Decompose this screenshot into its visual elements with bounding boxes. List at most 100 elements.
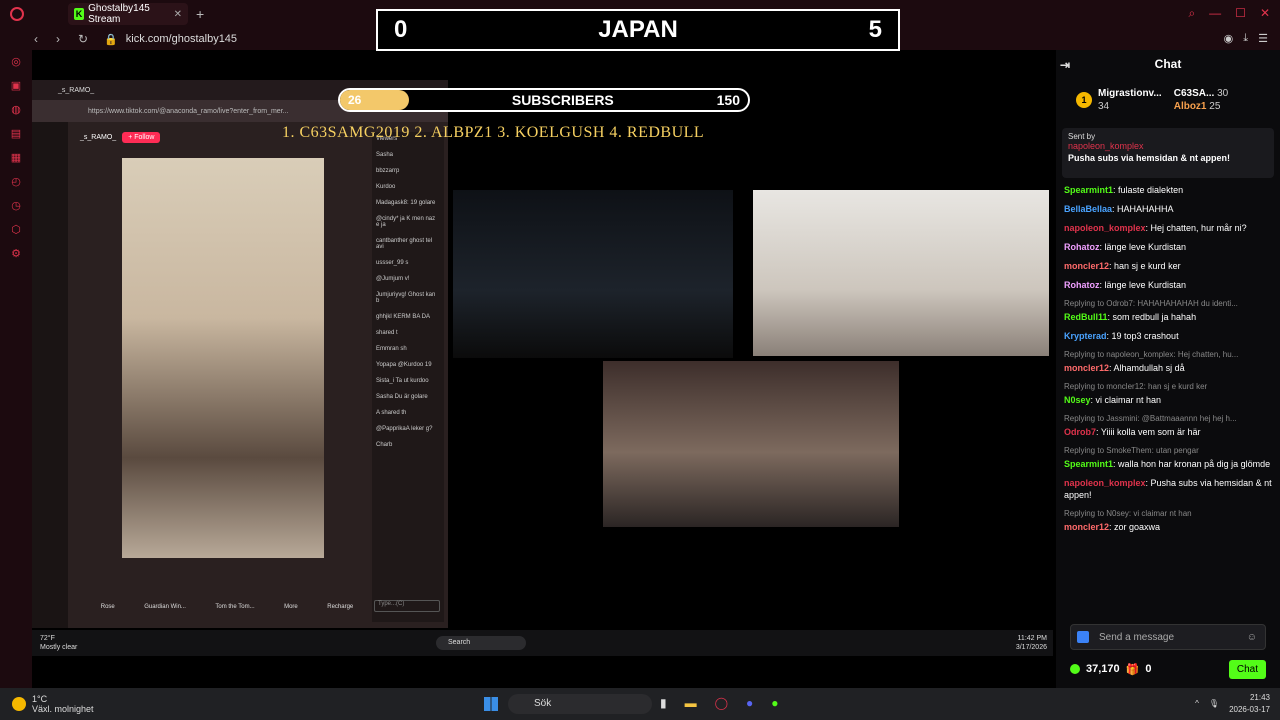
- inner-temp: 72°F: [40, 635, 55, 642]
- chat-message[interactable]: Replying to moncler12: han sj e kurd ker…: [1064, 381, 1272, 406]
- reply-context: Replying to Odrob7: HAHAHAHAHAH du ident…: [1064, 299, 1238, 308]
- subscribers-bar: 26 SUBSCRIBERS 150: [338, 88, 750, 112]
- chat-username[interactable]: moncler12: [1064, 522, 1109, 532]
- settings-icon[interactable]: ⚙: [9, 248, 23, 260]
- chat-message[interactable]: Replying to Odrob7: HAHAHAHAHAH du ident…: [1064, 298, 1272, 323]
- tt-msg: Sista_i Ta ut kurdoo: [376, 378, 429, 384]
- chat-username[interactable]: BellaBellaa: [1064, 204, 1112, 214]
- close-window-icon[interactable]: ✕: [1260, 6, 1270, 21]
- chat-message[interactable]: Replying to Jassmini: @Battmaaannn hej h…: [1064, 413, 1272, 438]
- chat-username[interactable]: moncler12: [1064, 261, 1109, 271]
- maximize-icon[interactable]: ☐: [1235, 6, 1246, 21]
- chat-username[interactable]: napoleon_komplex: [1064, 223, 1146, 233]
- chat-text: : zor goaxwa: [1109, 522, 1161, 532]
- chat-text: : Alhamdullah sj då: [1109, 363, 1185, 373]
- discord-icon[interactable]: ●: [746, 696, 753, 710]
- tt-msg: ghhjkl KERM BA DA: [376, 314, 431, 320]
- collapse-chat-icon[interactable]: ⇥: [1060, 58, 1070, 72]
- score-left: 0: [394, 16, 408, 43]
- inner-weather: 72°F Mostly clear: [40, 634, 77, 652]
- minimize-icon[interactable]: —: [1209, 6, 1221, 21]
- reply-context: Replying to moncler12: han sj e kurd ker: [1064, 382, 1208, 391]
- emoji-icon[interactable]: ☺: [1247, 632, 1257, 643]
- pinned-message[interactable]: Sent by napoleon_komplex Pusha subs via …: [1062, 128, 1274, 178]
- close-tab-icon[interactable]: ✕: [174, 9, 182, 20]
- chat-message[interactable]: BellaBellaa: HAHAHAHHA: [1064, 203, 1272, 215]
- chat-message[interactable]: Rohatoz: länge leve Kurdistan: [1064, 279, 1272, 291]
- chat-message[interactable]: Krypterad: 19 top3 crashout: [1064, 330, 1272, 342]
- chat-username[interactable]: Odrob7: [1064, 427, 1096, 437]
- chat-username[interactable]: moncler12: [1064, 363, 1109, 373]
- chat-username[interactable]: Spearmint1: [1064, 185, 1113, 195]
- gift-icon[interactable]: 🎁: [1126, 663, 1140, 676]
- clock-date: 2026-03-17: [1229, 705, 1270, 714]
- chat-text: : HAHAHAHHA: [1112, 204, 1174, 214]
- aria-icon[interactable]: ◎: [9, 56, 23, 68]
- gifter-1[interactable]: Migrastionv... 34: [1098, 87, 1162, 113]
- opera-icon[interactable]: ◯: [715, 696, 728, 710]
- chat-username[interactable]: Krypterad: [1064, 331, 1107, 341]
- reload-icon[interactable]: ↻: [78, 32, 88, 46]
- clock[interactable]: 21:43 2026-03-17: [1229, 692, 1270, 716]
- file-explorer-icon[interactable]: ▬: [685, 696, 697, 710]
- back-icon[interactable]: ‹: [34, 32, 38, 46]
- chat-username[interactable]: Rohatoz: [1064, 280, 1100, 290]
- url-text: kick.com/ghostalby145: [125, 33, 238, 45]
- chat-username[interactable]: napoleon_komplex: [1064, 478, 1146, 488]
- task-view-icon[interactable]: ▮: [660, 696, 667, 710]
- top-gifters: 1 Migrastionv... 34 C63SA... 30 Alboz1 2…: [1056, 78, 1280, 122]
- chat-message[interactable]: Replying to SmokeThem: utan pengar Spearm…: [1064, 445, 1272, 470]
- search-icon[interactable]: ⌕: [1188, 6, 1195, 21]
- start-icon[interactable]: [484, 697, 498, 711]
- chat-message[interactable]: Rohatoz: länge leve Kurdistan: [1064, 241, 1272, 253]
- cube-icon[interactable]: ⬡: [9, 224, 23, 236]
- chat-message[interactable]: Replying to N0sey: vi claimar nt han monc…: [1064, 508, 1272, 533]
- chat-username[interactable]: Rohatoz: [1064, 242, 1100, 252]
- music-icon[interactable]: ▤: [9, 128, 23, 140]
- chat-username[interactable]: N0sey: [1064, 395, 1091, 405]
- tt-msg: @PapprikaA leker g?: [376, 426, 433, 432]
- taskbar-search[interactable]: Sök: [508, 694, 652, 714]
- url-field[interactable]: 🔒 kick.com/ghostalby145: [104, 33, 237, 46]
- history-icon[interactable]: ◴: [9, 176, 23, 188]
- chat-message[interactable]: napoleon_komplex: Pusha subs via hemsida…: [1064, 477, 1272, 501]
- tt-msg: @cindy* ja K men naz e ja: [376, 216, 436, 228]
- opera-logo-icon[interactable]: [10, 7, 24, 21]
- clock-icon[interactable]: ◷: [9, 200, 23, 212]
- score-banner: 0 JAPAN 5: [376, 9, 900, 51]
- viewer: bbzzarrp: [376, 168, 400, 174]
- gift-rose: Rose: [100, 604, 115, 610]
- chat-send-button[interactable]: Chat: [1228, 659, 1266, 679]
- stream-video[interactable]: _s_RAMO_ https://www.tiktok.com/@anacond…: [32, 80, 1053, 658]
- gifter-2[interactable]: C63SA... 30 Alboz1 25: [1174, 87, 1228, 113]
- new-tab-icon[interactable]: +: [196, 6, 204, 22]
- messenger-icon[interactable]: ◍: [9, 104, 23, 116]
- webcam-feed-3: [603, 361, 899, 527]
- mic-icon[interactable]: 🎙: [1209, 698, 1219, 710]
- weather-widget[interactable]: 1°C Växl. molnighet: [12, 694, 94, 714]
- spotify-icon[interactable]: ●: [771, 696, 778, 710]
- tiktok-type-box: Type...(C): [374, 600, 440, 612]
- chat-username[interactable]: RedBull11: [1064, 312, 1108, 322]
- tray-chevron-icon[interactable]: ^: [1195, 698, 1199, 710]
- browser-tab[interactable]: K Ghostalby145 Stream ✕: [68, 3, 188, 25]
- chat-message[interactable]: Replying to napoleon_komplex: Hej chatte…: [1064, 349, 1272, 374]
- subscribers-goal: 150: [716, 92, 740, 108]
- emote-menu-icon[interactable]: [1077, 631, 1089, 643]
- chat-app-icon[interactable]: ▣: [9, 80, 23, 92]
- twitch-icon[interactable]: ▦: [9, 152, 23, 164]
- menu-icon[interactable]: ☰: [1258, 32, 1268, 45]
- download-icon[interactable]: ⤓: [1243, 32, 1248, 45]
- chat-text: : Hej chatten, hur mår ni?: [1145, 223, 1247, 233]
- inner-weather-desc: Mostly clear: [40, 644, 78, 651]
- gifter-count: 30: [1217, 88, 1229, 99]
- chat-message[interactable]: napoleon_komplex: Hej chatten, hur mår n…: [1064, 222, 1272, 234]
- chat-message[interactable]: Spearmint1: fulaste dialekten: [1064, 184, 1272, 196]
- chat-text: : länge leve Kurdistan: [1099, 280, 1187, 290]
- profile-icon[interactable]: ◉: [1224, 32, 1234, 45]
- chat-message[interactable]: moncler12: han sj e kurd ker: [1064, 260, 1272, 272]
- forward-icon[interactable]: ›: [56, 32, 60, 46]
- score-title: JAPAN: [598, 16, 678, 43]
- chat-username[interactable]: Spearmint1: [1064, 459, 1113, 469]
- chat-input[interactable]: Send a message ☺: [1070, 624, 1266, 650]
